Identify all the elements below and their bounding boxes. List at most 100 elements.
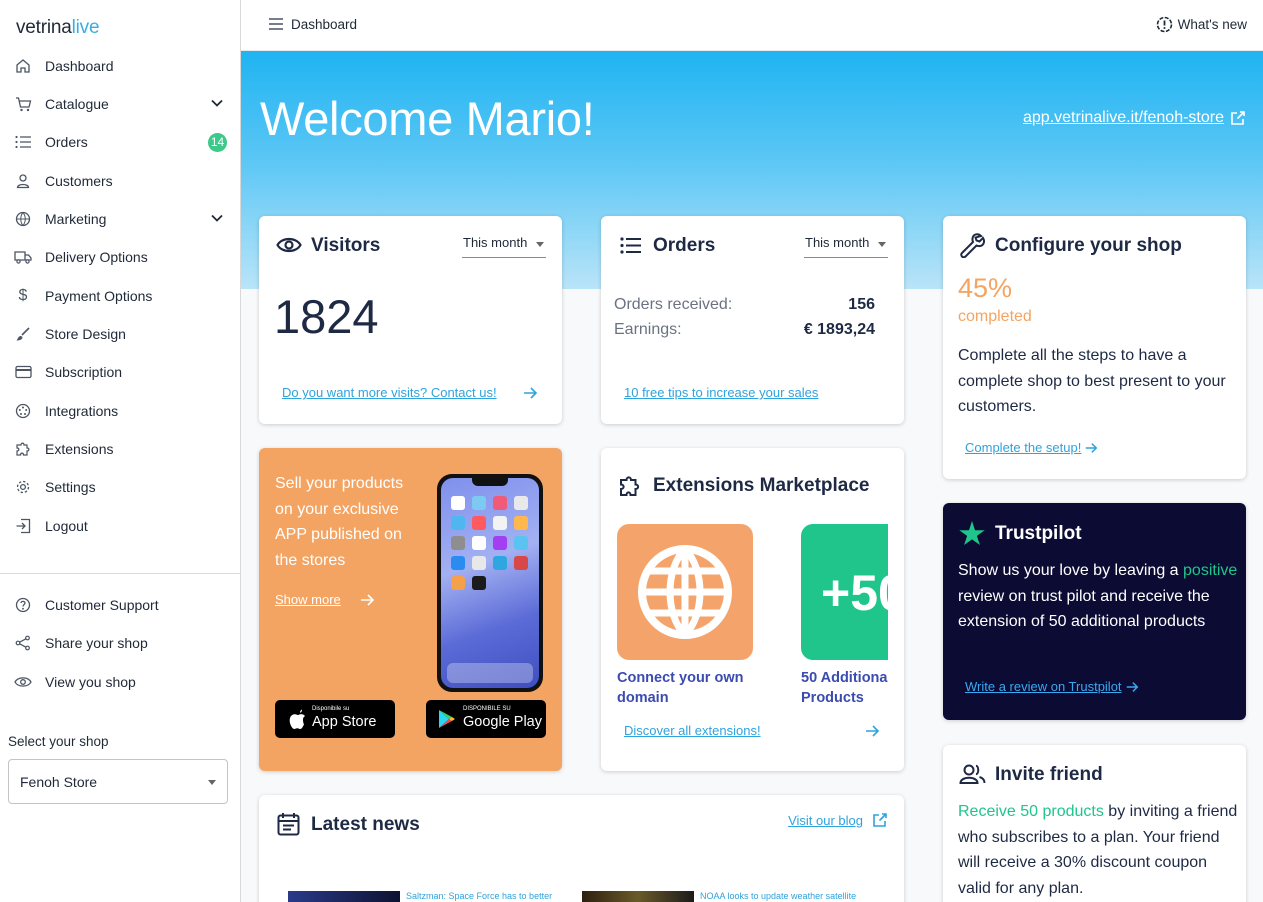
sidebar-item-label: Catalogue [45, 96, 109, 112]
arrow-right-icon[interactable] [522, 385, 538, 401]
app-store-big-text: App Store [312, 714, 377, 730]
sidebar-item-catalogue[interactable]: Catalogue [0, 86, 240, 122]
sidebar-item-dashboard[interactable]: Dashboard [0, 48, 240, 84]
extensions-carousel[interactable]: Connect your own domain +50 50 Additiona… [617, 524, 888, 714]
external-link-icon [1231, 111, 1245, 125]
latest-news-title: Latest news [311, 814, 420, 835]
visit-blog-text: Visit our blog [788, 812, 863, 828]
globe-icon [14, 210, 32, 228]
sidebar-item-subscription[interactable]: Subscription [0, 354, 240, 390]
sidebar-item-store-design[interactable]: Store Design [0, 316, 240, 352]
extension-tile-domain[interactable] [617, 524, 753, 660]
sidebar-item-label: Delivery Options [45, 249, 148, 265]
sidebar-item-delivery-options[interactable]: Delivery Options [0, 239, 240, 275]
arrow-right-icon[interactable] [864, 723, 880, 739]
trustpilot-review-link[interactable]: Write a review on Trustpilot [965, 679, 1139, 694]
sidebar-item-logout[interactable]: Logout [0, 508, 240, 544]
more-visits-link[interactable]: Do you want more visits? Contact us! [282, 385, 497, 400]
setup-percent: 45% [958, 273, 1013, 303]
sidebar-item-integrations[interactable]: Integrations [0, 393, 240, 429]
configure-shop-card: Configure your shop 45% completed Comple… [943, 216, 1246, 479]
whats-new-button[interactable]: What's new [1156, 16, 1247, 33]
sidebar-item-label: View you shop [45, 674, 136, 690]
news-thumbnail[interactable] [582, 891, 694, 902]
visitors-period-select[interactable]: This month [462, 231, 546, 258]
visit-blog-link[interactable]: Visit our blog [788, 812, 888, 828]
sidebar-item-extensions[interactable]: Extensions [0, 431, 240, 467]
app-store-small-text: Disponibile su [312, 706, 350, 712]
whats-new-label: What's new [1177, 17, 1247, 32]
sidebar-item-payment-options[interactable]: $ Payment Options [0, 278, 240, 314]
orders-period-select[interactable]: This month [804, 231, 888, 258]
complete-setup-text: Complete the setup! [965, 440, 1082, 455]
alert-circle-icon [1156, 16, 1172, 33]
hamburger-menu-icon[interactable] [268, 17, 284, 31]
welcome-heading: Welcome Mario! [260, 92, 595, 145]
integrations-icon [14, 402, 32, 420]
google-play-badge[interactable]: DISPONIBILE SU Google Play [426, 700, 546, 738]
sidebar-item-view-shop[interactable]: View you shop [0, 664, 240, 700]
sidebar-item-label: Integrations [45, 403, 119, 419]
sidebar-item-customers[interactable]: Customers [0, 163, 240, 199]
chevron-down-icon[interactable] [210, 211, 224, 225]
eye-icon [14, 673, 32, 691]
sidebar-item-label: Logout [45, 518, 88, 534]
caret-down-icon [536, 242, 544, 247]
shop-select[interactable]: Fenoh Store [8, 759, 228, 804]
visitors-count: 1824 [274, 290, 379, 343]
help-icon [14, 596, 32, 614]
period-value: This month [805, 235, 870, 250]
visitors-title: Visitors [311, 235, 381, 256]
truck-icon [14, 248, 32, 266]
list-icon [620, 237, 641, 254]
phone-mockup-image [437, 474, 543, 692]
extension-tile-products[interactable]: +50 [801, 524, 888, 660]
orders-received-label: Orders received: [614, 296, 733, 313]
caret-down-icon [208, 780, 216, 785]
sidebar: vetrinalive Dashboard Catalogue Orders 1… [0, 0, 241, 902]
sidebar-item-share-shop[interactable]: Share your shop [0, 625, 240, 661]
puzzle-icon [14, 440, 32, 458]
orders-card: Orders This month Orders received: 156 E… [601, 216, 904, 424]
sidebar-item-label: Extensions [45, 441, 114, 457]
sidebar-item-orders[interactable]: Orders 14 [0, 124, 240, 160]
news-thumbnail[interactable] [288, 891, 400, 902]
trustpilot-title: Trustpilot [995, 523, 1082, 544]
sidebar-item-marketing[interactable]: Marketing [0, 201, 240, 237]
news-headline[interactable]: NOAA looks to update weather satellite [700, 891, 856, 901]
app-store-badge[interactable]: Disponibile su App Store [275, 700, 395, 738]
sales-tips-link[interactable]: 10 free tips to increase your sales [624, 385, 818, 400]
eye-icon [276, 237, 302, 253]
earnings-value: € 1893,24 [803, 321, 875, 338]
globe-icon [638, 545, 732, 639]
sidebar-item-settings[interactable]: Settings [0, 469, 240, 505]
news-headline[interactable]: Saltzman: Space Force has to better [406, 891, 552, 901]
calendar-icon [277, 813, 300, 836]
store-url-link[interactable]: app.vetrinalive.it/fenoh-store [1023, 109, 1246, 127]
chevron-down-icon[interactable] [210, 96, 224, 110]
discover-extensions-link[interactable]: Discover all extensions! [624, 723, 761, 738]
arrow-right-icon [1086, 442, 1098, 453]
sidebar-item-customer-support[interactable]: Customer Support [0, 587, 240, 623]
extension-products-label: 50 Additional Products [801, 670, 888, 706]
cart-icon [14, 95, 32, 113]
brand-logo[interactable]: vetrinalive [16, 17, 100, 39]
person-icon [14, 172, 32, 190]
share-icon [14, 634, 32, 652]
people-icon [959, 764, 986, 784]
apple-icon [289, 709, 305, 729]
star-icon [959, 521, 985, 545]
home-icon [14, 57, 32, 75]
trustpilot-card: Trustpilot Show us your love by leaving … [943, 503, 1246, 720]
complete-setup-link[interactable]: Complete the setup! [965, 440, 1098, 455]
caret-down-icon [878, 242, 886, 247]
sidebar-item-label: Orders [45, 134, 88, 150]
breadcrumb: Dashboard [291, 17, 358, 32]
google-play-icon [439, 710, 455, 728]
show-more-link[interactable]: Show more [275, 592, 341, 607]
invite-text: Receive 50 products by inviting a friend… [958, 803, 1238, 897]
arrow-right-icon[interactable] [359, 592, 375, 608]
extension-products-badge: +50 [821, 565, 888, 621]
gear-icon [14, 478, 32, 496]
orders-count-badge: 14 [208, 132, 227, 152]
